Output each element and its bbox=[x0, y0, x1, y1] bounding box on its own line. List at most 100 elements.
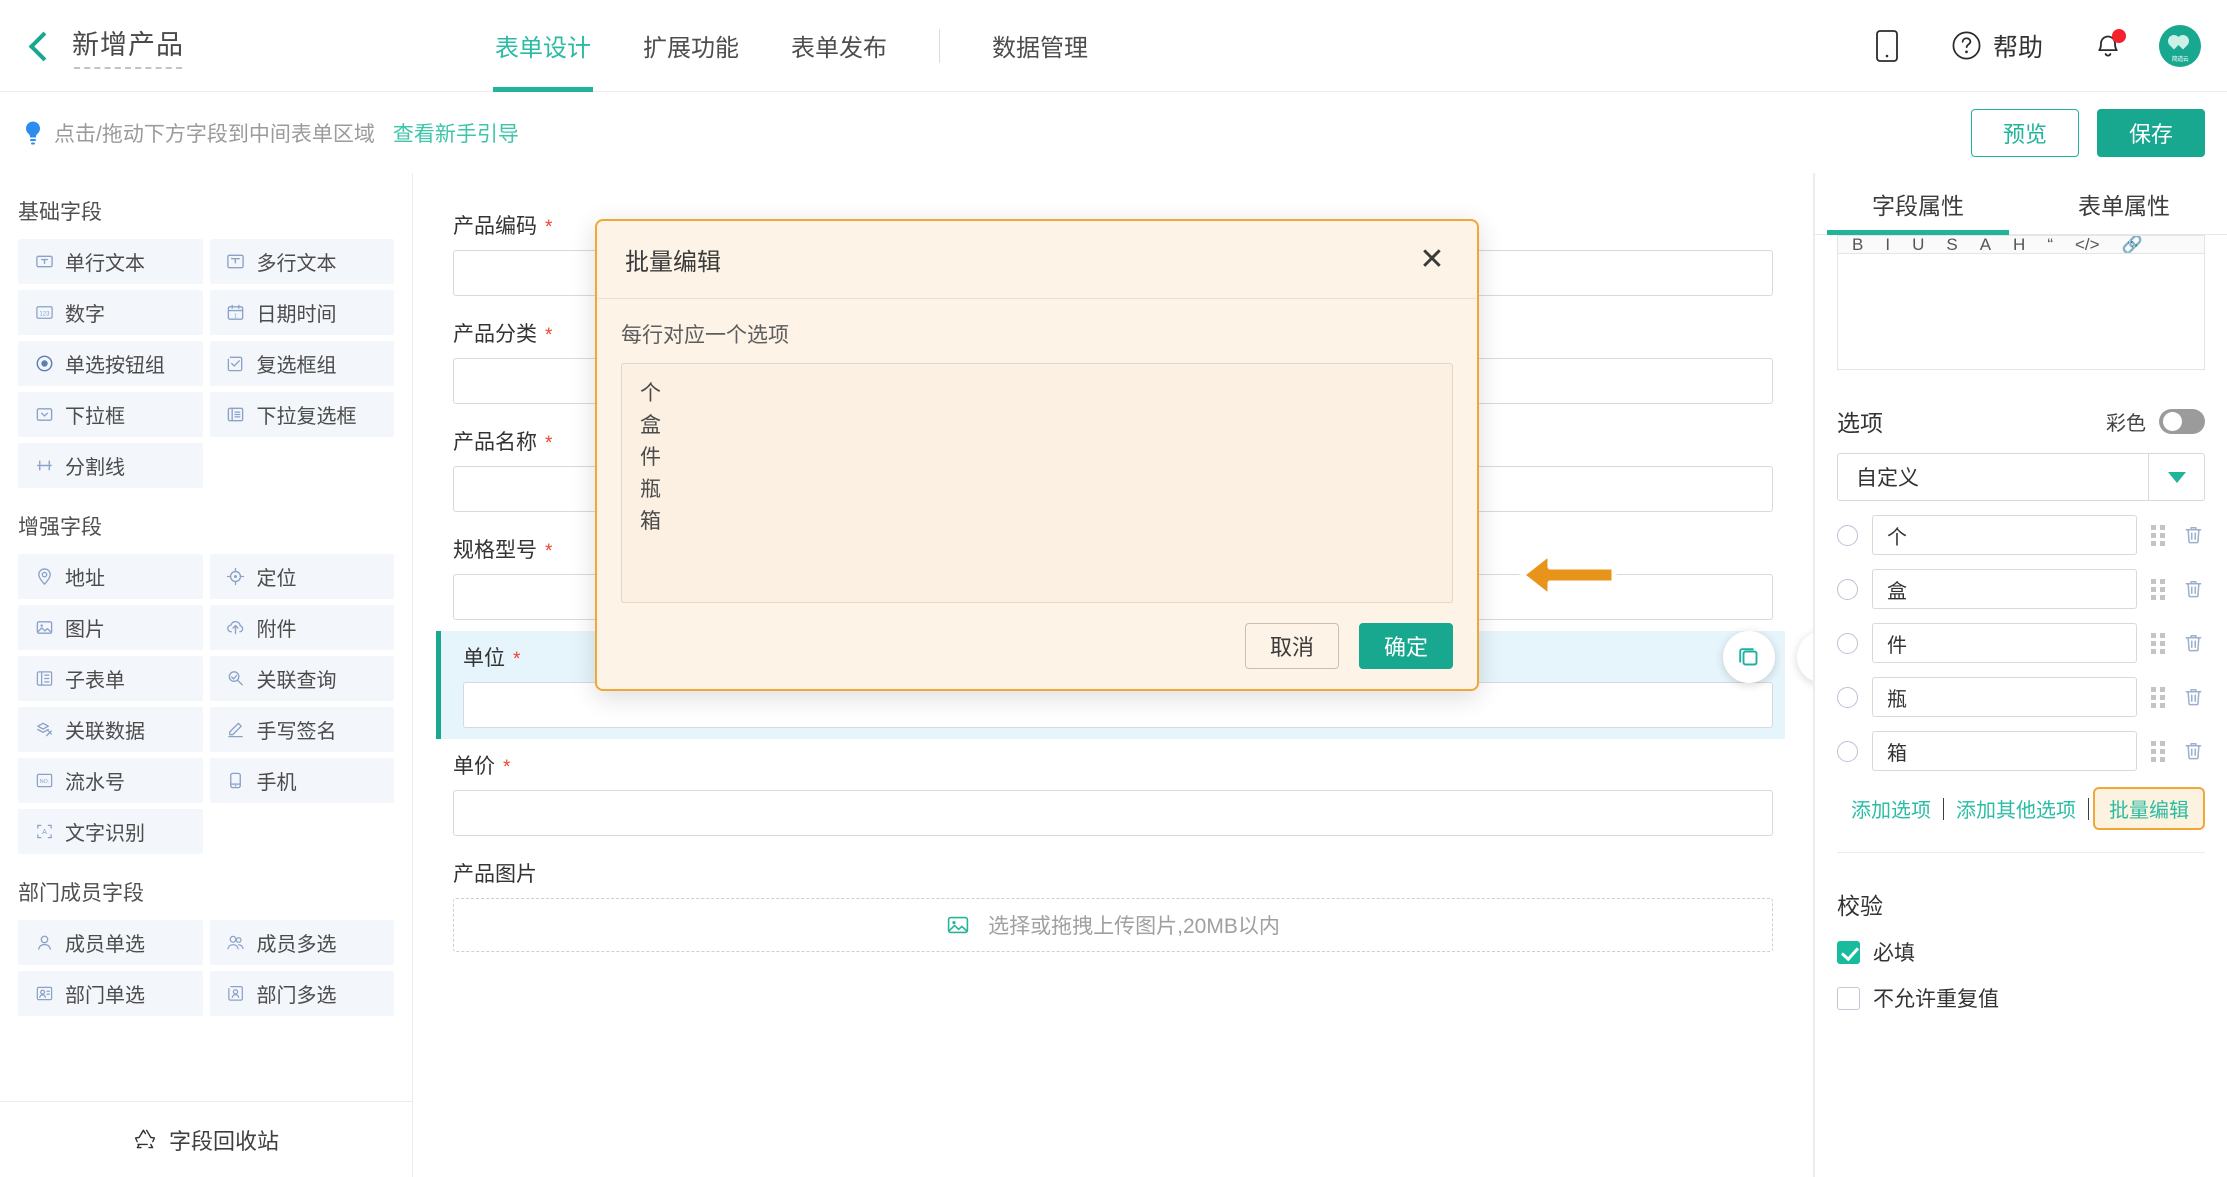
copy-field-button[interactable] bbox=[1723, 631, 1775, 683]
palette-item-datetime[interactable]: 1 日期时间 bbox=[210, 290, 395, 335]
form-field-product-image[interactable]: 产品图片 选择或拖拽上传图片,20MB以内 bbox=[441, 847, 1785, 963]
beginner-guide-link[interactable]: 查看新手引导 bbox=[393, 118, 519, 148]
batch-options-textarea[interactable]: 个 盒 件 瓶 箱 bbox=[621, 363, 1453, 603]
color-toggle-switch[interactable] bbox=[2159, 409, 2205, 434]
quote-icon[interactable]: “ bbox=[2047, 237, 2053, 253]
palette-item-member-multi[interactable]: 成员多选 bbox=[210, 920, 395, 965]
option-radio[interactable] bbox=[1837, 687, 1858, 708]
field-label: 产品图片 bbox=[453, 858, 537, 888]
option-radio[interactable] bbox=[1837, 633, 1858, 654]
delete-field-button[interactable] bbox=[1797, 631, 1814, 683]
palette-item-dept-single[interactable]: 部门单选 bbox=[18, 971, 203, 1016]
tab-data-management[interactable]: 数据管理 bbox=[966, 0, 1114, 92]
no-duplicate-checkbox[interactable] bbox=[1837, 987, 1860, 1010]
modal-cancel-button[interactable]: 取消 bbox=[1245, 623, 1339, 669]
trash-icon[interactable] bbox=[2183, 524, 2205, 546]
palette-item-radio-group[interactable]: 单选按钮组 bbox=[18, 341, 203, 386]
palette-item-label: 成员多选 bbox=[257, 928, 337, 957]
help-button[interactable]: 帮助 bbox=[1951, 28, 2043, 64]
underline-icon[interactable]: U bbox=[1912, 237, 1924, 253]
palette-item-number[interactable]: 123 数字 bbox=[18, 290, 203, 335]
form-field-unit-price[interactable]: 单价 * bbox=[441, 739, 1785, 847]
option-text-input[interactable]: 个 bbox=[1872, 515, 2137, 555]
text-color-icon[interactable]: A bbox=[1980, 237, 1991, 253]
tab-extensions[interactable]: 扩展功能 bbox=[617, 0, 765, 92]
italic-icon[interactable]: I bbox=[1885, 237, 1890, 253]
chevron-down-icon[interactable] bbox=[2148, 454, 2204, 500]
drag-handle-icon[interactable] bbox=[2151, 579, 2169, 600]
add-option-link[interactable]: 添加选项 bbox=[1839, 794, 1943, 823]
palette-item-dept-multi[interactable]: 部门多选 bbox=[210, 971, 395, 1016]
drag-handle-icon[interactable] bbox=[2151, 741, 2169, 762]
option-source-select[interactable]: 自定义 bbox=[1837, 453, 2205, 501]
palette-item-image[interactable]: 图片 bbox=[18, 605, 203, 650]
option-radio[interactable] bbox=[1837, 579, 1858, 600]
tab-form-publish[interactable]: 表单发布 bbox=[765, 0, 913, 92]
trash-icon[interactable] bbox=[2183, 632, 2205, 654]
palette-item-signature[interactable]: 手写签名 bbox=[210, 707, 395, 752]
palette-item-link-query[interactable]: 关联查询 bbox=[210, 656, 395, 701]
help-label: 帮助 bbox=[1993, 28, 2043, 64]
palette-item-link-data[interactable]: 关联数据 bbox=[18, 707, 203, 752]
field-input[interactable] bbox=[453, 790, 1773, 836]
palette-item-subform[interactable]: 子表单 bbox=[18, 656, 203, 701]
palette-item-address[interactable]: 地址 bbox=[18, 554, 203, 599]
page-title[interactable]: 新增产品 bbox=[72, 23, 184, 69]
option-row: 盒 bbox=[1837, 569, 2205, 609]
option-text-input[interactable]: 盒 bbox=[1872, 569, 2137, 609]
field-label: 产品分类 bbox=[453, 318, 537, 348]
tab-form-design[interactable]: 表单设计 bbox=[469, 0, 617, 92]
code-icon[interactable]: </> bbox=[2075, 237, 2100, 253]
properties-body: B I U S A H “ </> 🔗 选项 彩色 自定义 bbox=[1815, 235, 2227, 1013]
field-recycle-bin-button[interactable]: 字段回收站 bbox=[0, 1101, 412, 1177]
option-text-input[interactable]: 箱 bbox=[1872, 731, 2137, 771]
mobile-preview-icon[interactable] bbox=[1861, 24, 1913, 68]
palette-item-multi-line-text[interactable]: 多行文本 bbox=[210, 239, 395, 284]
add-other-option-link[interactable]: 添加其他选项 bbox=[1944, 794, 2088, 823]
palette-item-single-line-text[interactable]: 单行文本 bbox=[18, 239, 203, 284]
close-x-icon[interactable]: ✕ bbox=[1415, 243, 1449, 277]
strikethrough-icon[interactable]: S bbox=[1946, 237, 1957, 253]
save-button[interactable]: 保存 bbox=[2097, 109, 2205, 157]
trash-icon[interactable] bbox=[2183, 578, 2205, 600]
batch-edit-link[interactable]: 批量编辑 bbox=[2105, 800, 2193, 822]
required-checkbox[interactable] bbox=[1837, 941, 1860, 964]
tab-field-properties[interactable]: 字段属性 bbox=[1815, 173, 2021, 234]
palette-item-attachment[interactable]: 附件 bbox=[210, 605, 395, 650]
link-icon[interactable]: 🔗 bbox=[2122, 237, 2143, 253]
palette-item-gps[interactable]: 定位 bbox=[210, 554, 395, 599]
palette-item-label: 手写签名 bbox=[257, 715, 337, 744]
required-checkbox-label: 必填 bbox=[1873, 937, 1915, 967]
bell-notification-icon[interactable] bbox=[2095, 32, 2121, 60]
palette-item-dropdown[interactable]: 下拉框 bbox=[18, 392, 203, 437]
palette-item-dropdown-multi[interactable]: 下拉复选框 bbox=[210, 392, 395, 437]
drag-handle-icon[interactable] bbox=[2151, 633, 2169, 654]
option-radio[interactable] bbox=[1837, 525, 1858, 546]
trash-icon[interactable] bbox=[2183, 740, 2205, 762]
user-avatar[interactable]: 简道云 bbox=[2159, 25, 2201, 67]
palette-item-divider[interactable]: 分割线 bbox=[18, 443, 203, 488]
question-circle-icon bbox=[1951, 30, 1982, 61]
tab-form-properties[interactable]: 表单属性 bbox=[2021, 173, 2227, 234]
preview-button[interactable]: 预览 bbox=[1971, 109, 2079, 157]
validation-unique-row[interactable]: 不允许重复值 bbox=[1837, 983, 2205, 1013]
description-rich-text-area[interactable] bbox=[1837, 253, 2205, 370]
palette-item-checkbox-group[interactable]: 复选框组 bbox=[210, 341, 395, 386]
heading-icon[interactable]: H bbox=[2013, 237, 2025, 253]
option-text-input[interactable]: 件 bbox=[1872, 623, 2137, 663]
option-radio[interactable] bbox=[1837, 741, 1858, 762]
back-chevron-icon[interactable] bbox=[22, 29, 56, 63]
image-upload-dropzone[interactable]: 选择或拖拽上传图片,20MB以内 bbox=[453, 898, 1773, 952]
palette-item-serial-number[interactable]: NO. 流水号 bbox=[18, 758, 203, 803]
drag-handle-icon[interactable] bbox=[2151, 687, 2169, 708]
trash-icon[interactable] bbox=[2183, 686, 2205, 708]
palette-item-ocr[interactable]: A 文字识别 bbox=[18, 809, 203, 854]
validation-required-row[interactable]: 必填 bbox=[1837, 937, 2205, 967]
option-text-input[interactable]: 瓶 bbox=[1872, 677, 2137, 717]
palette-item-member-single[interactable]: 成员单选 bbox=[18, 920, 203, 965]
bold-icon[interactable]: B bbox=[1852, 237, 1863, 253]
palette-item-label: 图片 bbox=[65, 613, 105, 642]
drag-handle-icon[interactable] bbox=[2151, 525, 2169, 546]
palette-item-phone[interactable]: 手机 bbox=[210, 758, 395, 803]
modal-confirm-button[interactable]: 确定 bbox=[1359, 623, 1453, 669]
